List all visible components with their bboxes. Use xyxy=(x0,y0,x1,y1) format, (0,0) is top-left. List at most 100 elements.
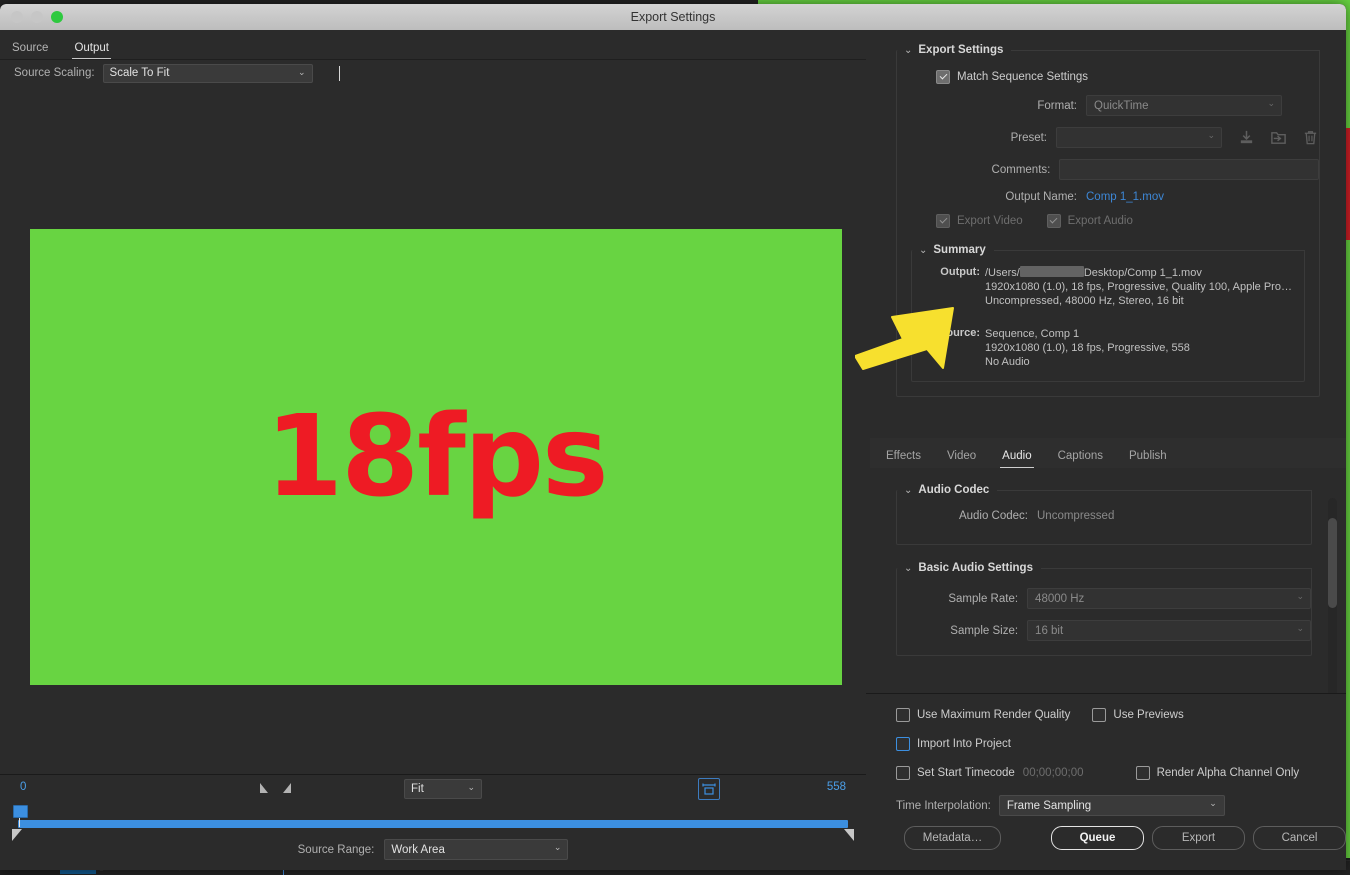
source-range-row: Source Range: Work Area ⌄ xyxy=(0,839,866,860)
set-start-timecode-checkbox[interactable] xyxy=(896,766,910,780)
chevron-down-icon[interactable]: ⌄ xyxy=(919,245,927,256)
chevron-down-icon[interactable]: ⌄ xyxy=(904,563,912,574)
use-maximum-render-quality-label: Use Maximum Render Quality xyxy=(917,709,1071,721)
summary-output-path: /Users/Desktop/Comp 1_1.mov xyxy=(985,266,1292,280)
audio-codec-group-header[interactable]: ⌄ Audio Codec xyxy=(896,481,1312,499)
comments-input[interactable] xyxy=(1059,159,1319,180)
time-interpolation-value: Frame Sampling xyxy=(1006,799,1092,812)
render-options-row: Use Maximum Render Quality Use Previews xyxy=(896,708,1346,722)
sample-rate-label: Sample Rate: xyxy=(948,592,1019,605)
window-titlebar[interactable]: Export Settings xyxy=(0,4,1346,31)
render-alpha-channel-only-checkbox[interactable] xyxy=(1135,766,1150,780)
source-scaling-select[interactable]: Scale To Fit ⌄ xyxy=(102,63,313,83)
audio-codec-value: Uncompressed xyxy=(1037,510,1115,522)
tab-captions[interactable]: Captions xyxy=(1058,450,1103,468)
output-name-link[interactable]: Comp 1_1.mov xyxy=(1086,191,1164,203)
source-scaling-row: Source Scaling: Scale To Fit ⌄ xyxy=(0,60,866,87)
preset-select[interactable]: ⌄ xyxy=(1056,127,1222,148)
match-sequence-settings-checkbox[interactable] xyxy=(936,70,950,84)
export-video-checkbox[interactable] xyxy=(936,214,950,228)
basic-audio-group-header[interactable]: ⌄ Basic Audio Settings xyxy=(896,559,1312,577)
set-start-timecode-value[interactable]: 00;00;00;00 xyxy=(1023,767,1084,779)
settings-vertical-scrollbar[interactable] xyxy=(1328,498,1337,698)
chevron-down-icon[interactable]: ⌄ xyxy=(904,45,912,56)
delete-preset-icon[interactable] xyxy=(1302,129,1319,146)
preview-pane: Source Output Source Scaling: Scale To F… xyxy=(0,30,866,870)
settings-tab-section: Effects Video Audio Captions Publish ⌄ A… xyxy=(870,438,1346,693)
summary-source-line1: Sequence, Comp 1 xyxy=(985,328,1080,340)
tab-output[interactable]: Output xyxy=(72,42,111,59)
export-video-label: Export Video xyxy=(957,215,1023,227)
redacted-username xyxy=(1019,266,1084,277)
preview-tabs: Source Output xyxy=(0,30,866,60)
tab-source[interactable]: Source xyxy=(12,42,48,59)
tab-effects[interactable]: Effects xyxy=(886,450,921,468)
export-button[interactable]: Export xyxy=(1151,826,1245,850)
export-settings-window: Export Settings Source Output Source Sca… xyxy=(0,4,1346,870)
playhead-handle[interactable] xyxy=(13,805,28,827)
sample-size-label: Sample Size: xyxy=(950,624,1019,637)
transport-bar: 0 Fit ⌄ 558 Source Range: Work Area ⌄ xyxy=(0,774,866,870)
summary-group: ⌄ Summary Output: /Users/Desktop/Comp 1_… xyxy=(911,244,1305,382)
comments-label: Comments: xyxy=(991,163,1051,176)
scrub-bar[interactable] xyxy=(18,820,848,828)
export-audio-checkbox[interactable] xyxy=(1046,214,1061,228)
metadata-button[interactable]: Metadata… xyxy=(904,826,1001,850)
zoom-level-value: Fit xyxy=(411,783,424,795)
cancel-button[interactable]: Cancel xyxy=(1253,826,1346,850)
format-row: Format: QuickTime ⌄ xyxy=(897,95,1319,116)
fit-to-frame-icon[interactable] xyxy=(698,778,720,800)
tab-audio[interactable]: Audio xyxy=(1000,450,1035,468)
summary-group-header[interactable]: ⌄ Summary xyxy=(911,241,1305,259)
render-alpha-channel-only-label: Render Alpha Channel Only xyxy=(1156,767,1300,779)
summary-source-line2: 1920x1080 (1.0), 18 fps, Progressive, 55… xyxy=(985,342,1190,354)
queue-button[interactable]: Queue xyxy=(1050,826,1144,850)
export-toggles-row: Export Video Export Audio xyxy=(897,214,1319,228)
format-select[interactable]: QuickTime ⌄ xyxy=(1086,95,1282,116)
mark-in-icon[interactable] xyxy=(260,783,268,793)
chevron-down-icon[interactable]: ⌄ xyxy=(904,485,912,496)
preview-canvas[interactable]: 18fps xyxy=(0,86,866,775)
chevron-down-icon: ⌄ xyxy=(298,66,306,77)
chevron-down-icon: ⌄ xyxy=(1296,591,1304,601)
sample-rate-row: Sample Rate: 48000 Hz ⌄ xyxy=(897,588,1311,609)
set-start-timecode-label: Set Start Timecode xyxy=(917,767,1015,779)
source-range-select[interactable]: Work Area ⌄ xyxy=(384,839,569,860)
match-sequence-settings-row[interactable]: Match Sequence Settings xyxy=(897,70,1319,84)
end-timecode[interactable]: 558 xyxy=(827,781,846,793)
start-timecode[interactable]: 0 xyxy=(20,781,26,793)
group-rule xyxy=(1040,567,1312,569)
export-settings-group-header[interactable]: ⌄ Export Settings xyxy=(896,41,1320,59)
summary-output-path-suffix: Desktop/Comp 1_1.mov xyxy=(1083,267,1202,279)
tab-video[interactable]: Video xyxy=(947,450,976,468)
scrollbar-thumb[interactable] xyxy=(1328,518,1337,608)
source-range-value: Work Area xyxy=(391,843,445,856)
summary-output-path-prefix: /Users/ xyxy=(985,267,1020,279)
summary-output-line3: Uncompressed, 48000 Hz, Stereo, 16 bit xyxy=(985,295,1184,307)
tab-publish[interactable]: Publish xyxy=(1129,450,1167,468)
sample-size-value: 16 bit xyxy=(1035,624,1064,637)
basic-audio-settings-group: ⌄ Basic Audio Settings Sample Rate: 4800… xyxy=(896,562,1312,656)
preset-row: Preset: ⌄ xyxy=(897,127,1319,148)
time-interpolation-select[interactable]: Frame Sampling ⌄ xyxy=(998,795,1225,816)
playhead-head xyxy=(13,805,28,818)
text-caret xyxy=(338,65,340,81)
export-preset-icon[interactable] xyxy=(1270,129,1287,146)
use-previews-checkbox[interactable] xyxy=(1092,708,1107,722)
use-maximum-render-quality-checkbox[interactable] xyxy=(896,708,910,722)
sample-rate-select[interactable]: 48000 Hz ⌄ xyxy=(1027,588,1311,609)
audio-codec-group: ⌄ Audio Codec Audio Codec: Uncompressed xyxy=(896,484,1312,545)
summary-source-line3: No Audio xyxy=(985,356,1030,368)
chevron-down-icon: ⌄ xyxy=(553,842,562,852)
time-interpolation-row: Time Interpolation: Frame Sampling ⌄ xyxy=(896,795,1346,816)
video-preview-frame[interactable]: 18fps xyxy=(30,229,842,685)
preset-label: Preset: xyxy=(1010,131,1047,144)
time-interpolation-label: Time Interpolation: xyxy=(896,799,991,812)
zoom-level-select[interactable]: Fit ⌄ xyxy=(404,779,482,799)
import-into-project-checkbox[interactable] xyxy=(896,737,910,751)
import-preset-icon[interactable] xyxy=(1238,129,1255,146)
mark-out-icon[interactable] xyxy=(283,783,291,793)
match-sequence-settings-label: Match Sequence Settings xyxy=(957,71,1089,83)
chevron-down-icon: ⌄ xyxy=(467,782,475,792)
sample-size-select[interactable]: 16 bit ⌄ xyxy=(1027,620,1311,641)
